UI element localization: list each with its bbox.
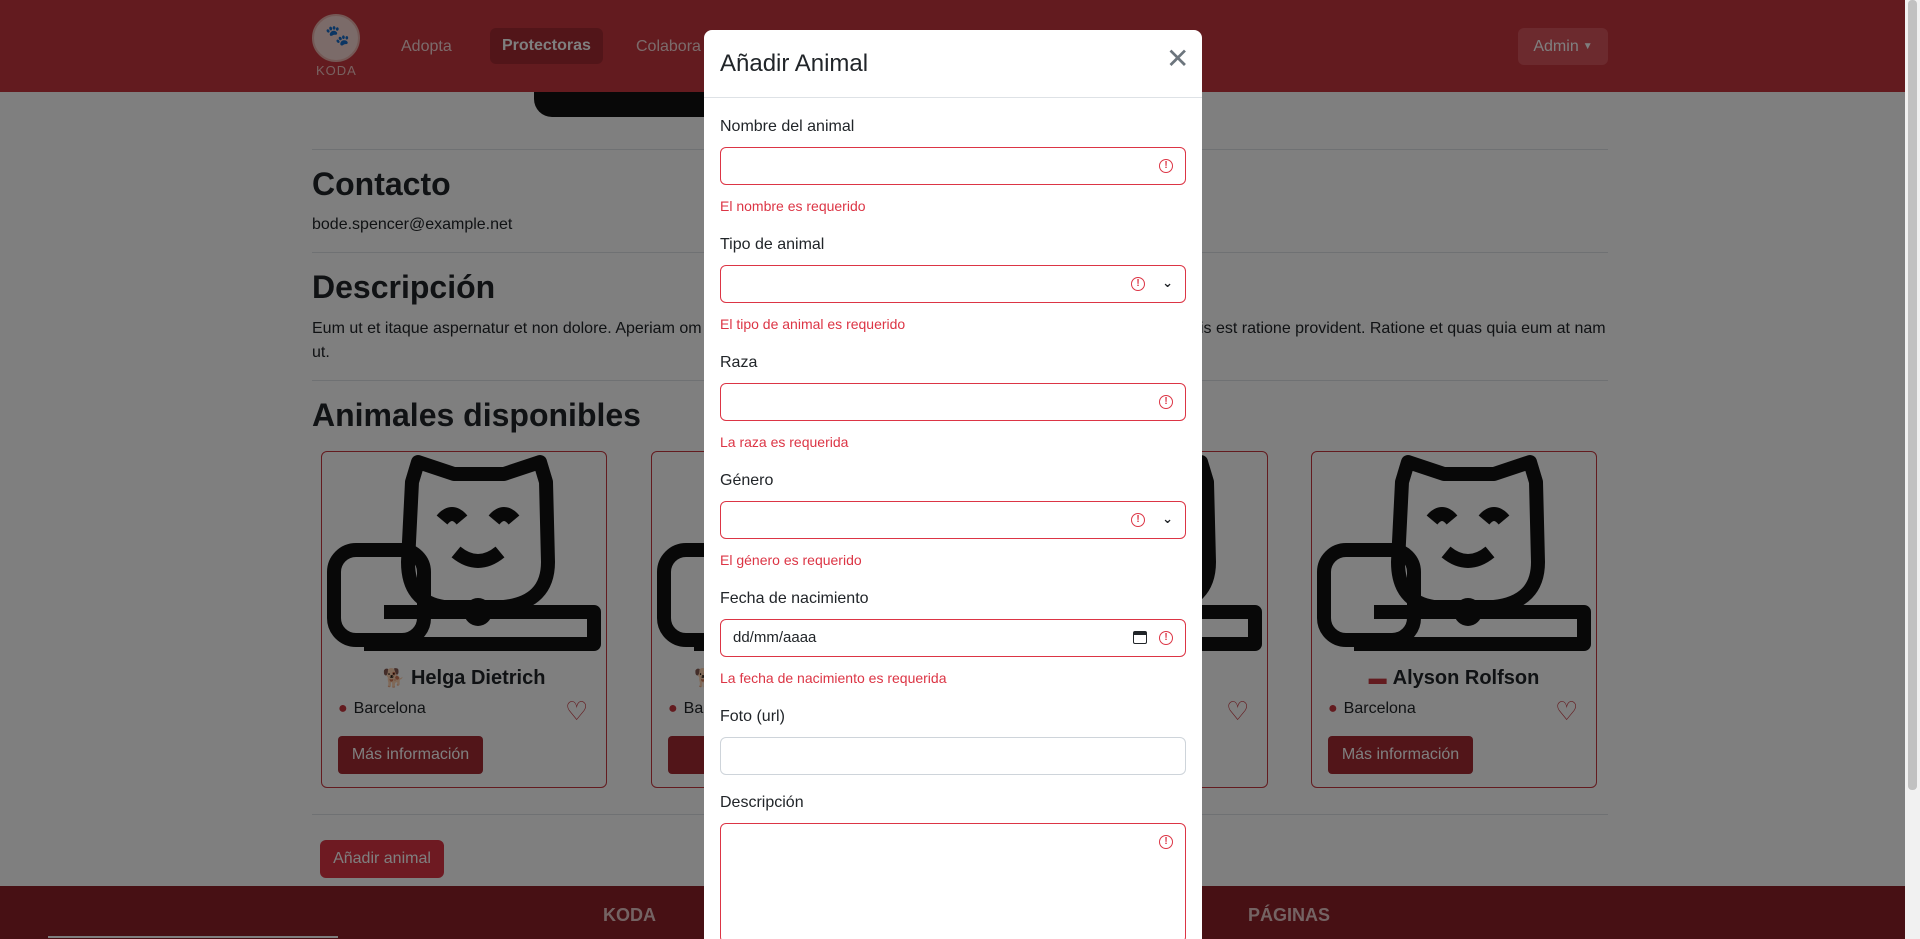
modal-header: Añadir Animal ✕ bbox=[704, 30, 1202, 98]
animal-type-select[interactable]: ! ⌄ bbox=[720, 265, 1186, 303]
breed-input[interactable]: ! bbox=[720, 383, 1186, 421]
name-label: Nombre del animal bbox=[720, 118, 855, 135]
description-textarea[interactable]: ! bbox=[720, 823, 1186, 939]
animal-name-input[interactable]: ! bbox=[720, 147, 1186, 185]
birth-error: La fecha de nacimiento es requerida bbox=[720, 670, 947, 686]
breed-error: La raza es requerida bbox=[720, 434, 849, 450]
date-placeholder: dd/mm/aaaa bbox=[733, 629, 817, 646]
modal-title: Añadir Animal bbox=[720, 50, 869, 77]
error-icon: ! bbox=[1159, 395, 1173, 409]
close-icon[interactable]: ✕ bbox=[1166, 45, 1189, 73]
photo-label: Foto (url) bbox=[720, 708, 785, 725]
chevron-down-icon: ⌄ bbox=[1162, 511, 1173, 526]
description-label: Descripción bbox=[720, 794, 804, 811]
scrollbar-thumb[interactable] bbox=[1908, 0, 1917, 790]
calendar-icon[interactable] bbox=[1133, 631, 1147, 644]
birth-date-input[interactable]: dd/mm/aaaa ! bbox=[720, 619, 1186, 657]
birth-label: Fecha de nacimiento bbox=[720, 590, 869, 607]
gender-error: El género es requerido bbox=[720, 552, 862, 568]
chevron-down-icon: ⌄ bbox=[1162, 275, 1173, 290]
error-icon: ! bbox=[1131, 277, 1145, 291]
error-icon: ! bbox=[1159, 631, 1173, 645]
name-error: El nombre es requerido bbox=[720, 198, 866, 214]
error-icon: ! bbox=[1131, 513, 1145, 527]
type-label: Tipo de animal bbox=[720, 236, 825, 253]
gender-label: Género bbox=[720, 472, 774, 489]
add-animal-modal: Añadir Animal ✕ Nombre del animal ! El n… bbox=[704, 30, 1202, 939]
error-icon: ! bbox=[1159, 835, 1173, 849]
photo-url-input[interactable] bbox=[720, 737, 1186, 775]
type-error: El tipo de animal es requerido bbox=[720, 316, 906, 332]
gender-select[interactable]: ! ⌄ bbox=[720, 501, 1186, 539]
error-icon: ! bbox=[1159, 159, 1173, 173]
breed-label: Raza bbox=[720, 354, 758, 371]
